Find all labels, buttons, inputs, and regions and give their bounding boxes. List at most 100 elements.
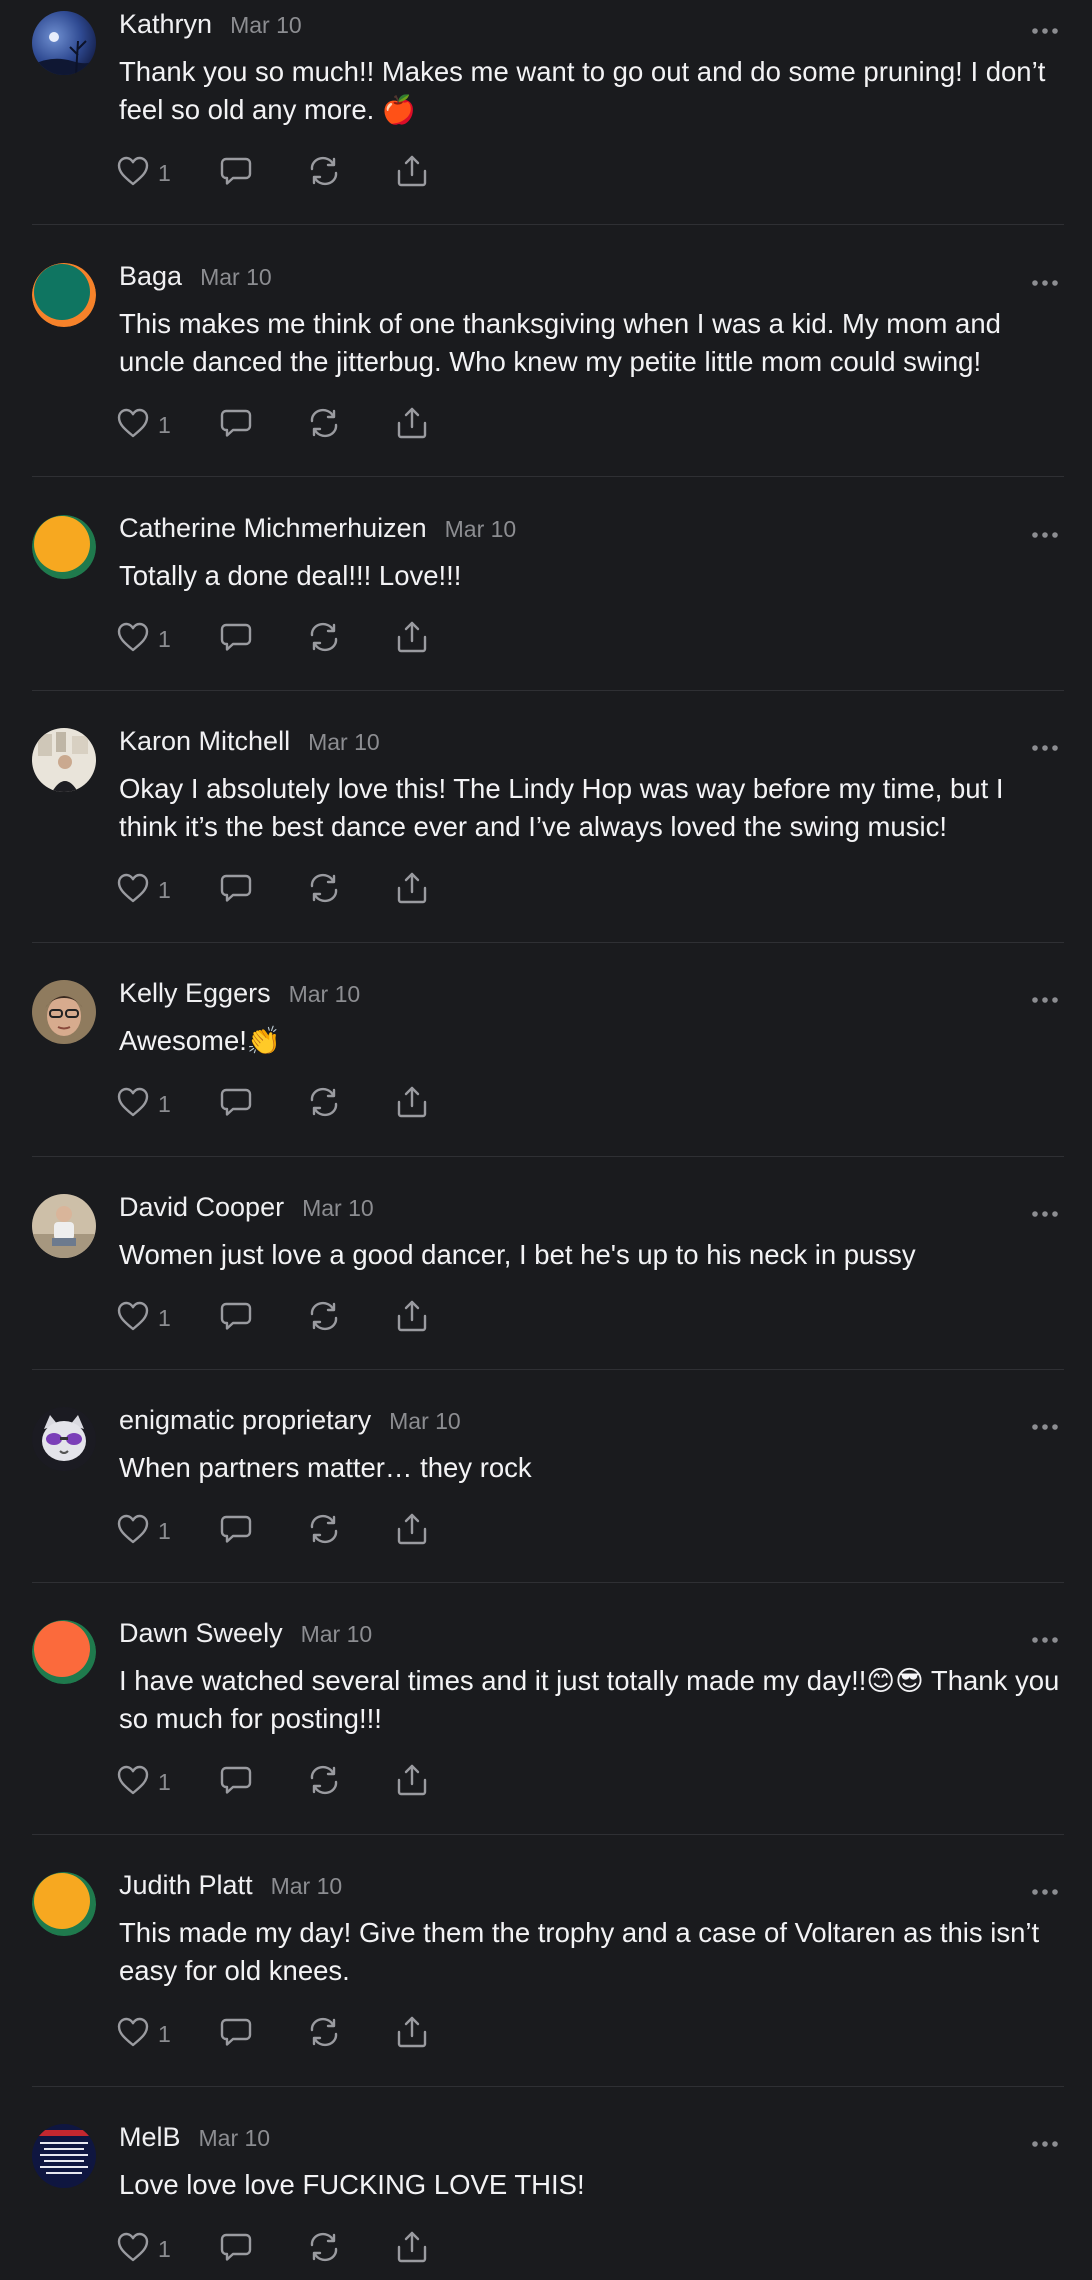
reply-button[interactable] [219,1084,253,1124]
comment-actions: 1 [116,1298,456,1338]
like-button[interactable]: 1 [116,870,171,910]
avatar[interactable] [32,728,96,792]
reply-button[interactable] [219,2014,253,2054]
comment-actions: 1 [116,2014,456,2054]
like-button[interactable]: 1 [116,153,171,193]
share-button[interactable] [395,153,429,193]
reply-button[interactable] [219,2229,253,2269]
author-name[interactable]: enigmatic proprietary [119,1405,371,1436]
avatar[interactable] [32,1620,96,1684]
like-button[interactable]: 1 [116,1511,171,1551]
avatar[interactable] [32,2124,96,2188]
divider [32,690,1064,691]
avatar[interactable] [32,11,96,75]
share-icon [395,406,429,445]
avatar[interactable] [32,1407,96,1471]
share-icon [395,2230,429,2269]
comment-text: Totally a done deal!!! Love!!! [119,560,462,591]
reply-button[interactable] [219,153,253,193]
more-icon[interactable] [1030,527,1060,538]
share-button[interactable] [395,405,429,445]
avatar[interactable] [32,980,96,1044]
share-icon [395,154,429,193]
heart-icon [116,407,150,444]
more-icon[interactable] [1030,275,1060,286]
avatar[interactable] [32,1194,96,1258]
restack-button[interactable] [307,153,341,193]
share-button[interactable] [395,870,429,910]
share-icon [395,871,429,910]
divider [32,2086,1064,2087]
like-button[interactable]: 1 [116,619,171,659]
like-count: 1 [158,159,171,186]
restack-button[interactable] [307,405,341,445]
avatar[interactable] [32,515,96,579]
comment-header: enigmatic proprietary Mar 10 [119,1405,461,1445]
restack-button[interactable] [307,1084,341,1124]
share-button[interactable] [395,1298,429,1338]
author-name[interactable]: Kelly Eggers [119,978,271,1009]
author-name[interactable]: MelB [119,2122,181,2153]
restack-icon [307,1513,341,1550]
like-button[interactable]: 1 [116,1762,171,1802]
restack-button[interactable] [307,1511,341,1551]
restack-button[interactable] [307,2229,341,2269]
restack-button[interactable] [307,1298,341,1338]
restack-button[interactable] [307,619,341,659]
like-button[interactable]: 1 [116,405,171,445]
more-icon[interactable] [1030,1206,1060,1217]
reply-button[interactable] [219,405,253,445]
share-button[interactable] [395,2014,429,2054]
comment-header: Baga Mar 10 [119,261,272,301]
share-icon [395,1299,429,1338]
like-button[interactable]: 1 [116,2014,171,2054]
more-icon[interactable] [1030,2136,1060,2147]
comment-actions: 1 [116,1762,456,1802]
divider [32,942,1064,943]
heart-icon [116,621,150,658]
comment-icon [219,407,253,444]
like-count: 1 [158,2020,171,2047]
reply-button[interactable] [219,1511,253,1551]
more-icon[interactable] [1030,1884,1060,1895]
share-button[interactable] [395,619,429,659]
more-icon[interactable] [1030,992,1060,1003]
reply-button[interactable] [219,619,253,659]
comment-actions: 1 [116,1511,456,1551]
author-name[interactable]: Catherine Michmerhuizen [119,513,427,544]
comment-text: Awesome!👏 [119,1025,282,1056]
share-icon [395,1512,429,1551]
more-icon[interactable] [1030,1419,1060,1430]
author-name[interactable]: Baga [119,261,182,292]
like-count: 1 [158,876,171,903]
reply-button[interactable] [219,1298,253,1338]
author-name[interactable]: David Cooper [119,1192,284,1223]
like-button[interactable]: 1 [116,1084,171,1124]
comment-icon [219,1300,253,1337]
avatar[interactable] [32,1872,96,1936]
like-button[interactable]: 1 [116,1298,171,1338]
author-name[interactable]: Karon Mitchell [119,726,290,757]
author-name[interactable]: Kathryn [119,9,212,40]
reply-button[interactable] [219,870,253,910]
like-count: 1 [158,1304,171,1331]
comment-header: Kathryn Mar 10 [119,9,302,49]
author-name[interactable]: Judith Platt [119,1870,253,1901]
more-icon[interactable] [1030,23,1060,34]
restack-button[interactable] [307,1762,341,1802]
more-icon[interactable] [1030,740,1060,751]
avatar[interactable] [32,263,96,327]
share-button[interactable] [395,1084,429,1124]
author-name[interactable]: Dawn Sweely [119,1618,283,1649]
share-button[interactable] [395,1762,429,1802]
restack-button[interactable] [307,870,341,910]
reply-button[interactable] [219,1762,253,1802]
restack-button[interactable] [307,2014,341,2054]
comment-icon [219,2016,253,2053]
more-icon[interactable] [1030,1632,1060,1643]
share-button[interactable] [395,1511,429,1551]
share-button[interactable] [395,2229,429,2269]
divider [32,1834,1064,1835]
like-button[interactable]: 1 [116,2229,171,2269]
share-icon [395,620,429,659]
